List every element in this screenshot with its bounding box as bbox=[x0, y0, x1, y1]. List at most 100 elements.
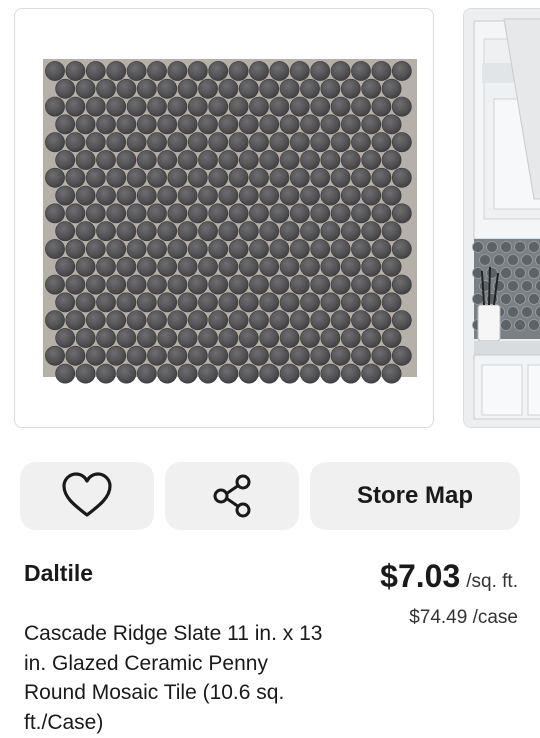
backsplash-tile bbox=[493, 254, 505, 266]
penny-tile bbox=[371, 345, 392, 366]
backsplash-tile bbox=[507, 280, 519, 292]
penny-tile bbox=[320, 78, 341, 99]
price-block: $7.03 /sq. ft. bbox=[380, 558, 518, 595]
penny-tile bbox=[330, 96, 351, 117]
penny-tile bbox=[371, 239, 392, 259]
penny-tile bbox=[340, 78, 361, 99]
penny-tile bbox=[238, 363, 259, 384]
penny-tile bbox=[391, 274, 412, 295]
penny-tile bbox=[228, 239, 249, 259]
penny-tile bbox=[391, 203, 412, 224]
penny-tile bbox=[238, 221, 259, 242]
penny-tile bbox=[126, 310, 147, 331]
penny-tile bbox=[279, 256, 300, 277]
penny-tile bbox=[310, 274, 331, 295]
penny-tile bbox=[259, 363, 280, 384]
penny-tile bbox=[177, 328, 198, 348]
penny-tile bbox=[238, 185, 259, 206]
share-button[interactable] bbox=[165, 462, 299, 530]
penny-tile bbox=[45, 274, 65, 295]
penny-tile bbox=[187, 203, 208, 224]
penny-tile bbox=[361, 185, 382, 206]
penny-tile bbox=[208, 274, 229, 295]
penny-tile bbox=[269, 345, 290, 366]
penny-tile bbox=[340, 256, 361, 277]
penny-tile bbox=[320, 292, 341, 313]
penny-tile bbox=[177, 363, 198, 384]
penny-tile bbox=[167, 132, 188, 153]
penny-tile bbox=[320, 328, 341, 348]
penny-tile bbox=[330, 310, 351, 331]
penny-tile bbox=[300, 256, 320, 277]
penny-tile bbox=[269, 310, 290, 331]
penny-tile bbox=[136, 185, 157, 206]
penny-tile bbox=[147, 132, 167, 153]
penny-tile bbox=[147, 96, 167, 117]
penny-tile bbox=[351, 132, 371, 153]
penny-tile bbox=[228, 96, 249, 117]
penny-tile bbox=[238, 256, 259, 277]
penny-tile bbox=[238, 292, 259, 313]
penny-tile bbox=[381, 256, 402, 277]
penny-tile bbox=[55, 114, 76, 135]
penny-tile bbox=[289, 203, 310, 224]
penny-tile bbox=[106, 345, 127, 366]
penny-tile bbox=[55, 150, 76, 170]
penny-tile bbox=[269, 96, 290, 117]
penny-tile bbox=[279, 221, 300, 242]
penny-tile bbox=[45, 310, 65, 331]
backsplash-tile bbox=[521, 280, 533, 292]
penny-tile bbox=[289, 310, 310, 331]
penny-tile bbox=[340, 328, 361, 348]
penny-tile bbox=[320, 114, 341, 135]
penny-tile bbox=[198, 256, 218, 277]
penny-tile bbox=[75, 78, 96, 99]
penny-tile bbox=[96, 328, 116, 348]
penny-tile bbox=[136, 292, 157, 313]
penny-tile bbox=[269, 203, 290, 224]
penny-tile bbox=[65, 345, 86, 366]
favorite-button[interactable] bbox=[20, 462, 154, 530]
penny-tile bbox=[116, 150, 137, 170]
penny-tile bbox=[269, 274, 290, 295]
penny-tile bbox=[45, 203, 65, 224]
penny-tile bbox=[310, 310, 331, 331]
backsplash-tile bbox=[514, 241, 526, 253]
penny-tile bbox=[361, 292, 382, 313]
product-image-next[interactable] bbox=[463, 8, 540, 428]
penny-tile bbox=[147, 345, 167, 366]
product-image-carousel[interactable] bbox=[0, 0, 540, 440]
penny-tile bbox=[177, 150, 198, 170]
penny-tile bbox=[269, 239, 290, 259]
penny-tile bbox=[187, 274, 208, 295]
penny-tile bbox=[126, 345, 147, 366]
store-map-button[interactable]: Store Map bbox=[310, 462, 520, 530]
backsplash-tile bbox=[521, 254, 533, 266]
penny-tile bbox=[167, 61, 188, 81]
penny-tile bbox=[126, 96, 147, 117]
penny-tile bbox=[136, 363, 157, 384]
penny-tile bbox=[391, 167, 412, 188]
penny-tile bbox=[157, 150, 178, 170]
penny-tile bbox=[371, 274, 392, 295]
penny-tile bbox=[157, 363, 178, 384]
backsplash-tile bbox=[500, 267, 512, 279]
penny-tile bbox=[238, 150, 259, 170]
penny-tile bbox=[177, 221, 198, 242]
penny-tile bbox=[371, 203, 392, 224]
penny-tile bbox=[147, 274, 167, 295]
penny-tile bbox=[351, 96, 371, 117]
penny-tile bbox=[187, 96, 208, 117]
penny-tile bbox=[381, 328, 402, 348]
penny-tile bbox=[238, 78, 259, 99]
penny-tile bbox=[85, 132, 106, 153]
product-image-main[interactable] bbox=[14, 8, 434, 428]
penny-tile bbox=[361, 256, 382, 277]
penny-tile bbox=[96, 78, 116, 99]
penny-tile bbox=[85, 274, 106, 295]
penny-tile bbox=[55, 363, 76, 384]
brand-name[interactable]: Daltile bbox=[24, 560, 93, 587]
penny-tile bbox=[75, 185, 96, 206]
penny-tile bbox=[208, 96, 229, 117]
penny-tile bbox=[187, 132, 208, 153]
